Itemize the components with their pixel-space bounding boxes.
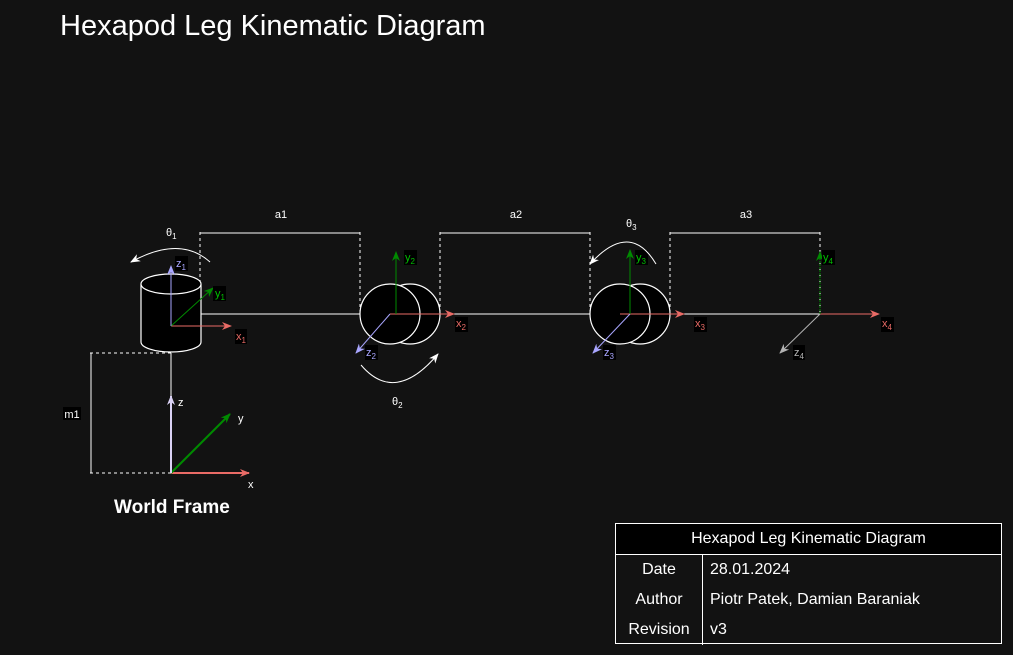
svg-text:θ3: θ3 — [626, 218, 637, 232]
world-z-label: z — [178, 397, 184, 409]
frame-1-y-index: 1 — [221, 293, 226, 302]
frame-2-x-index: 2 — [462, 323, 467, 332]
theta-2-rotation: θ2 — [360, 353, 439, 410]
dimension-m1: m1 — [63, 352, 172, 474]
world-y-label: y — [238, 413, 244, 425]
title-block-key: Date — [616, 555, 703, 585]
title-block-row-date: Date 28.01.2024 — [616, 555, 1001, 585]
title-block-key: Author — [616, 585, 703, 615]
frame-3-x-index: 3 — [701, 323, 706, 332]
title-block-row-revision: Revision v3 — [616, 615, 1001, 645]
frame-4-y-index: 4 — [829, 257, 834, 266]
title-block-value: 28.01.2024 — [710, 561, 791, 578]
title-block: Hexapod Leg Kinematic Diagram Date 28.01… — [615, 523, 1002, 645]
title-block-value: v3 — [710, 621, 727, 638]
dimension-m1-label: m1 — [64, 409, 79, 421]
frame-4-z-index: 4 — [800, 352, 805, 361]
title-block-key: Revision — [616, 615, 703, 645]
theta-3-index: 3 — [632, 223, 637, 232]
dimension-a3: a3 — [669, 209, 821, 314]
title-block-value: Piotr Patek, Damian Baraniak — [710, 591, 920, 608]
frame-4-axes: x4 y4 z4 — [779, 250, 894, 361]
dimension-a2: a2 — [439, 209, 591, 314]
title-block-header: Hexapod Leg Kinematic Diagram — [616, 524, 1001, 555]
frame-3-y-index: 3 — [642, 257, 647, 266]
svg-text:θ2: θ2 — [392, 396, 403, 410]
svg-text:θ1: θ1 — [166, 227, 177, 241]
frame-3-z-index: 3 — [610, 352, 615, 361]
theta-2-index: 2 — [398, 401, 403, 410]
dimension-a1-label: a1 — [275, 209, 287, 221]
world-x-label: x — [248, 479, 254, 491]
frame-1-x-index: 1 — [242, 336, 247, 345]
frame-2-z-index: 2 — [372, 352, 377, 361]
world-frame-axes: x y z — [167, 395, 254, 491]
frame-2-y-index: 2 — [411, 257, 416, 266]
title-block-row-author: Author Piotr Patek, Damian Baraniak — [616, 585, 1001, 615]
dimension-a2-label: a2 — [510, 209, 522, 221]
frame-1-z-index: 1 — [182, 263, 187, 272]
theta-1-rotation: θ1 — [130, 227, 211, 263]
world-frame-label: World Frame — [114, 497, 230, 518]
world-y-axis — [170, 413, 231, 474]
dimension-a3-label: a3 — [740, 209, 752, 221]
theta-1-index: 1 — [172, 232, 177, 241]
frame-4-x-index: 4 — [888, 323, 893, 332]
